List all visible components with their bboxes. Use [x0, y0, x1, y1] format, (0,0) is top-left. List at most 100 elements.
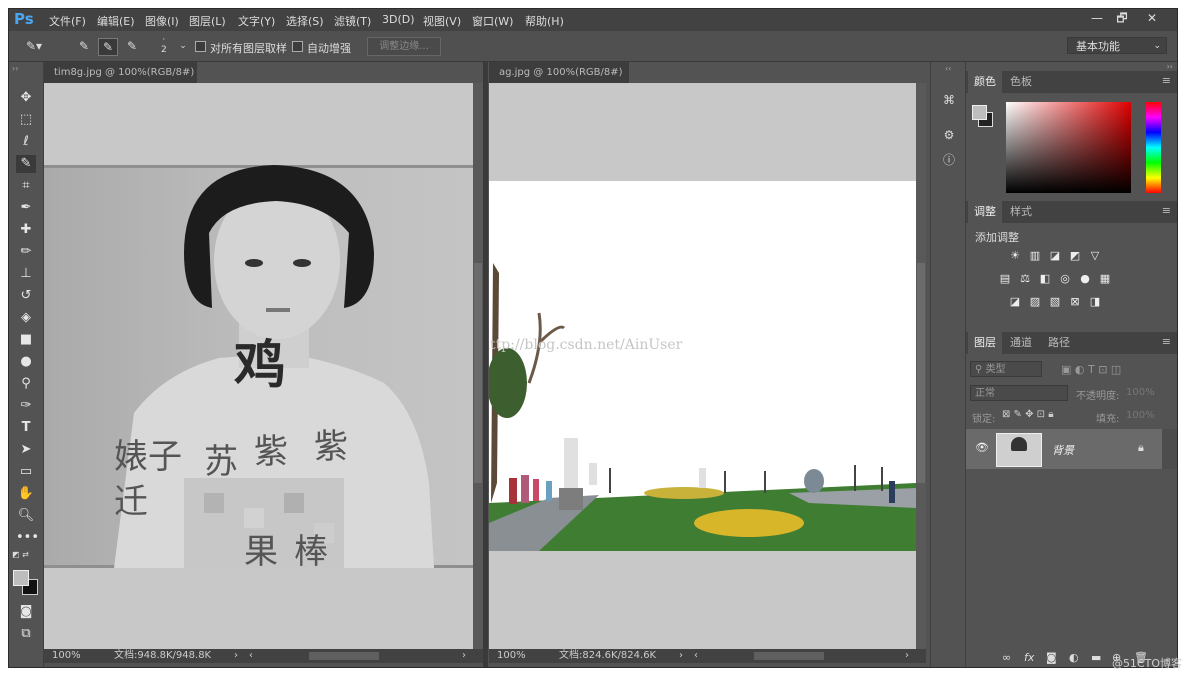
- crop-tool-icon[interactable]: ⌗: [16, 177, 36, 195]
- chevron-right-icon[interactable]: ›: [905, 649, 909, 663]
- type-tool-icon[interactable]: T: [16, 419, 36, 437]
- gradient-tool-icon[interactable]: ■: [16, 331, 36, 349]
- eye-icon[interactable]: 👁︎: [975, 441, 989, 454]
- path-selection-tool-icon[interactable]: ➤: [16, 441, 36, 459]
- horizontal-scroll-thumb[interactable]: [754, 652, 824, 660]
- chevron-down-icon[interactable]: ⌄: [174, 38, 192, 54]
- scroll-thumb[interactable]: [474, 263, 482, 483]
- pen-tool-icon[interactable]: ✑: [16, 397, 36, 415]
- info-icon[interactable]: ⓘ: [940, 152, 958, 168]
- collapse-arrows-icon[interactable]: ››: [1167, 62, 1173, 71]
- workspace-select[interactable]: 基本功能 ⌄: [1067, 37, 1167, 54]
- layers-scrollbar[interactable]: [1162, 429, 1177, 469]
- document-canvas-2[interactable]: http://blog.csdn.net/AinUser: [489, 83, 916, 649]
- color-lookup-icon[interactable]: ▦: [1098, 273, 1112, 285]
- tab-channels[interactable]: 通道: [1004, 332, 1038, 354]
- levels-icon[interactable]: ▥: [1028, 250, 1042, 262]
- tab-color[interactable]: 颜色: [968, 71, 1002, 93]
- document-canvas-1[interactable]: 鸡 婊子 苏 紫 紫 迁 果 棒: [44, 83, 473, 649]
- vibrance-icon[interactable]: ▽: [1088, 250, 1102, 262]
- collapse-arrows-icon[interactable]: ‹‹: [945, 64, 951, 73]
- properties-panel-icon[interactable]: ⚙: [940, 127, 958, 143]
- sample-all-layers-checkbox[interactable]: [195, 41, 206, 52]
- lock-icons[interactable]: ⊠ ✎ ✥ ⊡ 🔒︎: [1002, 409, 1054, 420]
- document-tab-1[interactable]: tim8g.jpg @ 100%(RGB/8#) ✕: [44, 62, 197, 99]
- menu-filter[interactable]: 滤镜(T): [334, 13, 371, 29]
- brightness-icon[interactable]: ☀: [1008, 250, 1022, 262]
- menu-view[interactable]: 视图(V): [423, 13, 461, 29]
- subtract-selection-icon[interactable]: ✎: [123, 38, 141, 54]
- marquee-tool-icon[interactable]: ⬚: [16, 111, 36, 129]
- layer-style-icon[interactable]: fx: [1024, 651, 1034, 664]
- selective-color-icon[interactable]: ◨: [1088, 296, 1102, 308]
- collapse-arrows-icon[interactable]: ››: [12, 64, 18, 73]
- tab-paths[interactable]: 路径: [1042, 332, 1076, 354]
- history-panel-icon[interactable]: ⌘: [940, 92, 958, 108]
- exposure-icon[interactable]: ◩: [1068, 250, 1082, 262]
- menu-3d[interactable]: 3D(D): [382, 13, 415, 26]
- menu-file[interactable]: 文件(F): [49, 13, 86, 29]
- brush-size-preview[interactable]: · 2: [161, 35, 167, 55]
- fill-input[interactable]: 100%: [1126, 410, 1155, 421]
- eraser-tool-icon[interactable]: ◈: [16, 309, 36, 327]
- quick-selection-tool-icon[interactable]: ✎: [16, 155, 36, 173]
- zoom-level[interactable]: 100%: [497, 649, 526, 663]
- chevron-left-icon[interactable]: ‹: [249, 649, 253, 663]
- menu-select[interactable]: 选择(S): [286, 13, 324, 29]
- menu-window[interactable]: 窗口(W): [472, 13, 513, 29]
- opacity-input[interactable]: 100%: [1126, 387, 1155, 398]
- tab-layers[interactable]: 图层: [968, 332, 1002, 354]
- history-brush-tool-icon[interactable]: ↺: [16, 287, 36, 305]
- screen-mode-icon[interactable]: ⧉: [16, 625, 36, 643]
- horizontal-scroll-thumb[interactable]: [309, 652, 379, 660]
- tab-adjustments[interactable]: 调整: [968, 201, 1002, 223]
- new-group-icon[interactable]: ▬: [1091, 651, 1101, 664]
- tab-styles[interactable]: 样式: [1004, 201, 1038, 223]
- chevron-right-icon[interactable]: ›: [234, 649, 238, 663]
- tab-swatches[interactable]: 色板: [1004, 71, 1038, 93]
- layer-filter-select[interactable]: ⚲ 类型: [970, 361, 1042, 377]
- hue-saturation-icon[interactable]: ▤: [998, 273, 1012, 285]
- dodge-tool-icon[interactable]: ⚲: [16, 375, 36, 393]
- clone-stamp-tool-icon[interactable]: ⊥: [16, 265, 36, 283]
- layer-row-background[interactable]: 👁︎ 背景 🔒︎: [966, 429, 1162, 469]
- layer-filter-icons[interactable]: ▣ ◐ T ⊡ ◫: [1061, 363, 1121, 376]
- panel-menu-icon[interactable]: ≡: [1162, 204, 1171, 217]
- auto-enhance-checkbox[interactable]: [292, 41, 303, 52]
- close-button[interactable]: ✕: [1137, 10, 1167, 26]
- move-tool-icon[interactable]: ✥: [16, 89, 36, 107]
- more-tools-icon[interactable]: •••: [16, 529, 39, 547]
- restore-button[interactable]: 🗗: [1109, 10, 1135, 26]
- vertical-scrollbar-2[interactable]: [916, 83, 926, 649]
- layer-name[interactable]: 背景: [1052, 442, 1074, 458]
- zoom-tool-icon[interactable]: 🔍︎: [16, 507, 36, 525]
- new-selection-icon[interactable]: ✎: [75, 38, 93, 54]
- color-field[interactable]: [1006, 102, 1131, 193]
- hue-slider[interactable]: [1146, 102, 1161, 193]
- menu-image[interactable]: 图像(I): [145, 13, 179, 29]
- link-layers-icon[interactable]: ∞: [1002, 651, 1011, 664]
- menu-edit[interactable]: 编辑(E): [97, 13, 135, 29]
- scroll-thumb[interactable]: [917, 263, 925, 483]
- hand-tool-icon[interactable]: ✋: [16, 485, 36, 503]
- healing-brush-tool-icon[interactable]: ✚: [16, 221, 36, 239]
- chevron-left-icon[interactable]: ‹: [694, 649, 698, 663]
- eyedropper-tool-icon[interactable]: ✒: [16, 199, 36, 217]
- adjustment-layer-icon[interactable]: ◐: [1069, 651, 1079, 664]
- quick-select-preset-icon[interactable]: ✎▾: [25, 38, 43, 54]
- brush-tool-icon[interactable]: ✏: [16, 243, 36, 261]
- blend-mode-select[interactable]: 正常: [970, 385, 1068, 401]
- invert-icon[interactable]: ◪: [1008, 296, 1022, 308]
- blur-tool-icon[interactable]: ●: [16, 353, 36, 371]
- posterize-icon[interactable]: ▨: [1028, 296, 1042, 308]
- photo-filter-icon[interactable]: ◎: [1058, 273, 1072, 285]
- threshold-icon[interactable]: ▧: [1048, 296, 1062, 308]
- document-divider[interactable]: [483, 62, 488, 667]
- channel-mixer-icon[interactable]: ●: [1078, 273, 1092, 285]
- menu-layer[interactable]: 图层(L): [189, 13, 226, 29]
- quick-mask-icon[interactable]: ◙: [16, 603, 36, 621]
- panel-menu-icon[interactable]: ≡: [1162, 335, 1171, 348]
- swap-colors-icon[interactable]: ◩ ⇄: [12, 550, 29, 559]
- document-tab-2[interactable]: ag.jpg @ 100%(RGB/8#) ✕: [489, 62, 629, 99]
- add-selection-icon[interactable]: ✎: [98, 38, 118, 56]
